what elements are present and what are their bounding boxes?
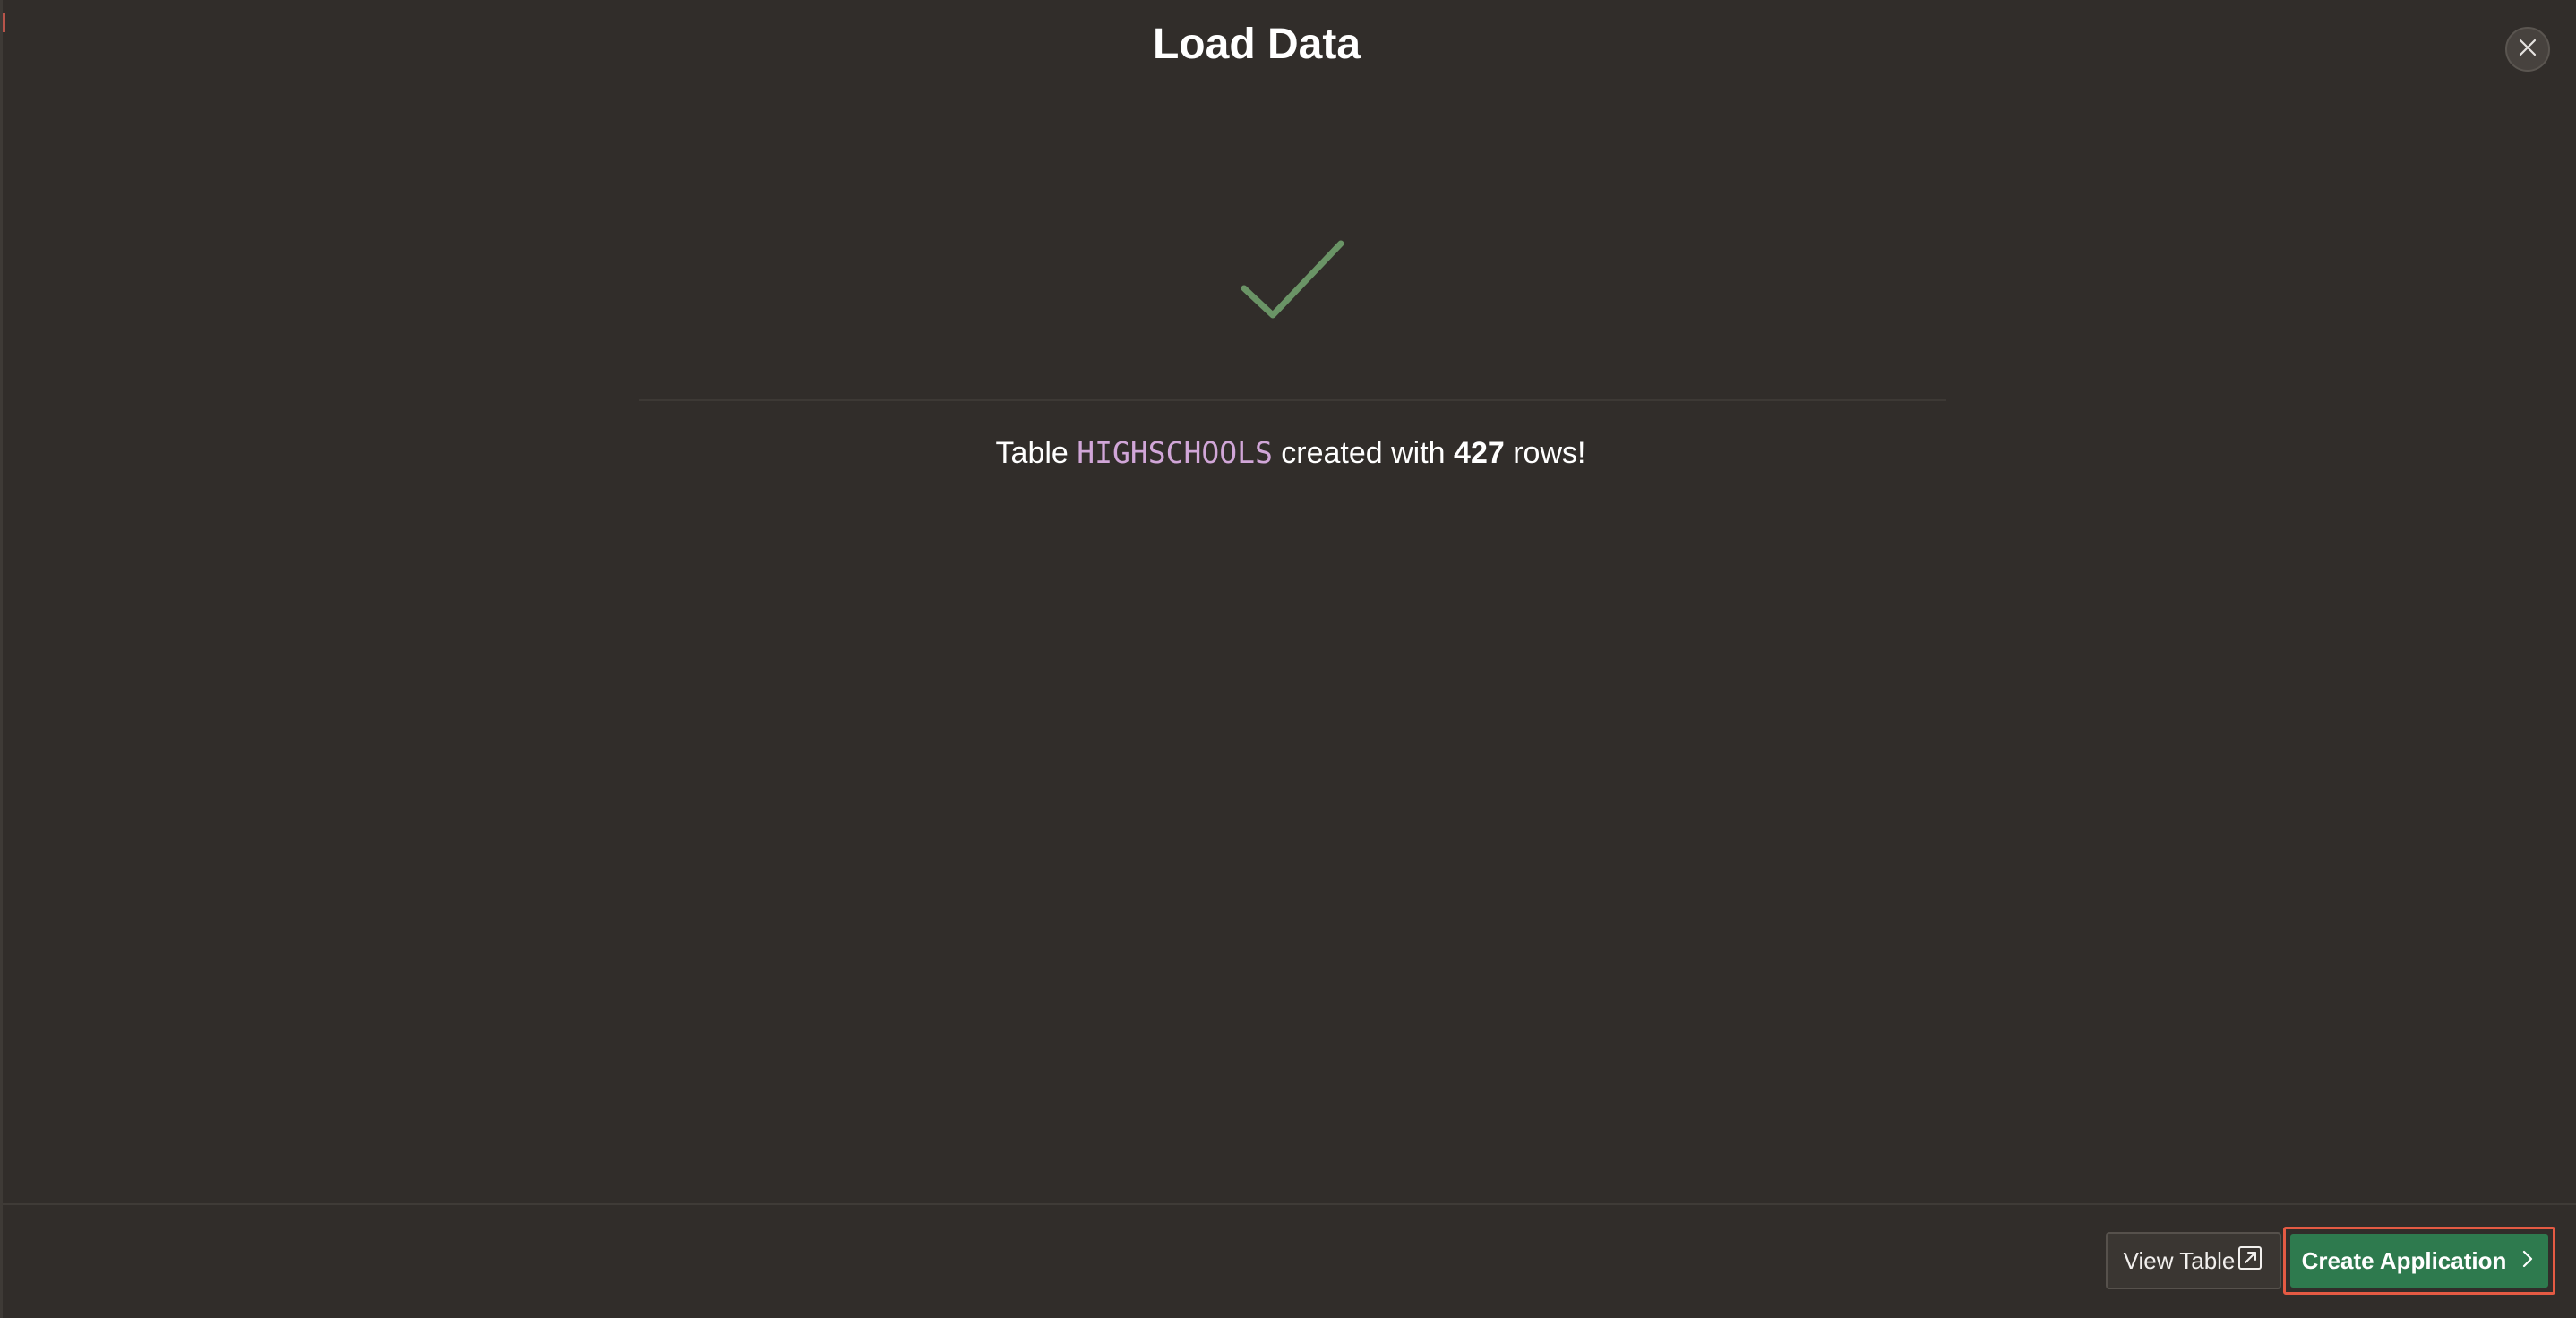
external-link-icon — [2237, 1245, 2263, 1278]
row-count: 427 — [1454, 436, 1505, 470]
result-prefix: Table — [995, 436, 1069, 470]
table-name: HIGHSCHOOLS — [1077, 435, 1273, 470]
result-message: Table HIGHSCHOOLS created with 427 rows! — [3, 432, 2576, 475]
checkmark-icon — [1241, 240, 1344, 319]
view-table-label: View Table — [2123, 1246, 2236, 1274]
result-suffix: rows! — [1513, 436, 1586, 470]
create-application-label: Create Application — [2301, 1246, 2507, 1274]
chevron-right-icon — [2519, 1247, 2537, 1275]
load-data-dialog: Load Data Table HIGHSCHOOLS created with… — [0, 0, 2576, 1318]
create-application-button[interactable]: Create Application — [2290, 1234, 2548, 1288]
view-table-button[interactable]: View Table — [2106, 1232, 2281, 1289]
content-divider — [639, 399, 1946, 401]
result-middle: created with — [1281, 436, 1446, 470]
dialog-content: Table HIGHSCHOOLS created with 427 rows! — [3, 0, 2576, 1203]
